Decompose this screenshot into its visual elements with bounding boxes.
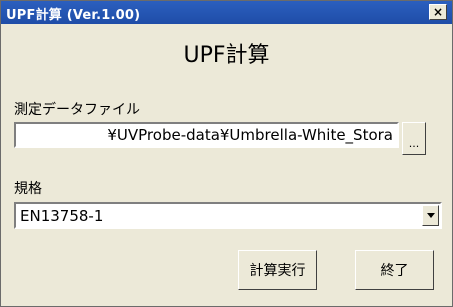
chevron-down-icon[interactable] (422, 205, 439, 226)
close-icon: × (432, 5, 444, 19)
calculate-button[interactable]: 計算実行 (238, 250, 317, 290)
title-bar[interactable]: UPF計算 (Ver.1.00) × (1, 1, 452, 24)
browse-button[interactable]: ... (402, 122, 426, 155)
standard-select-value: EN13758-1 (20, 207, 104, 225)
standard-label: 規格 (14, 181, 42, 197)
window-title: UPF計算 (Ver.1.00) (6, 8, 141, 23)
dialog-window: UPF計算 (Ver.1.00) × UPF計算 測定データファイル ¥UVPr… (0, 0, 453, 307)
file-label: 測定データファイル (14, 102, 140, 118)
exit-button[interactable]: 終了 (355, 250, 434, 290)
page-title: UPF計算 (183, 43, 270, 68)
file-path-input[interactable]: ¥UVProbe-data¥Umbrella-White_Stora (14, 122, 399, 148)
close-button[interactable]: × (429, 4, 447, 20)
standard-select[interactable]: EN13758-1 (14, 202, 442, 229)
file-path-value: ¥UVProbe-data¥Umbrella-White_Stora (107, 126, 393, 144)
